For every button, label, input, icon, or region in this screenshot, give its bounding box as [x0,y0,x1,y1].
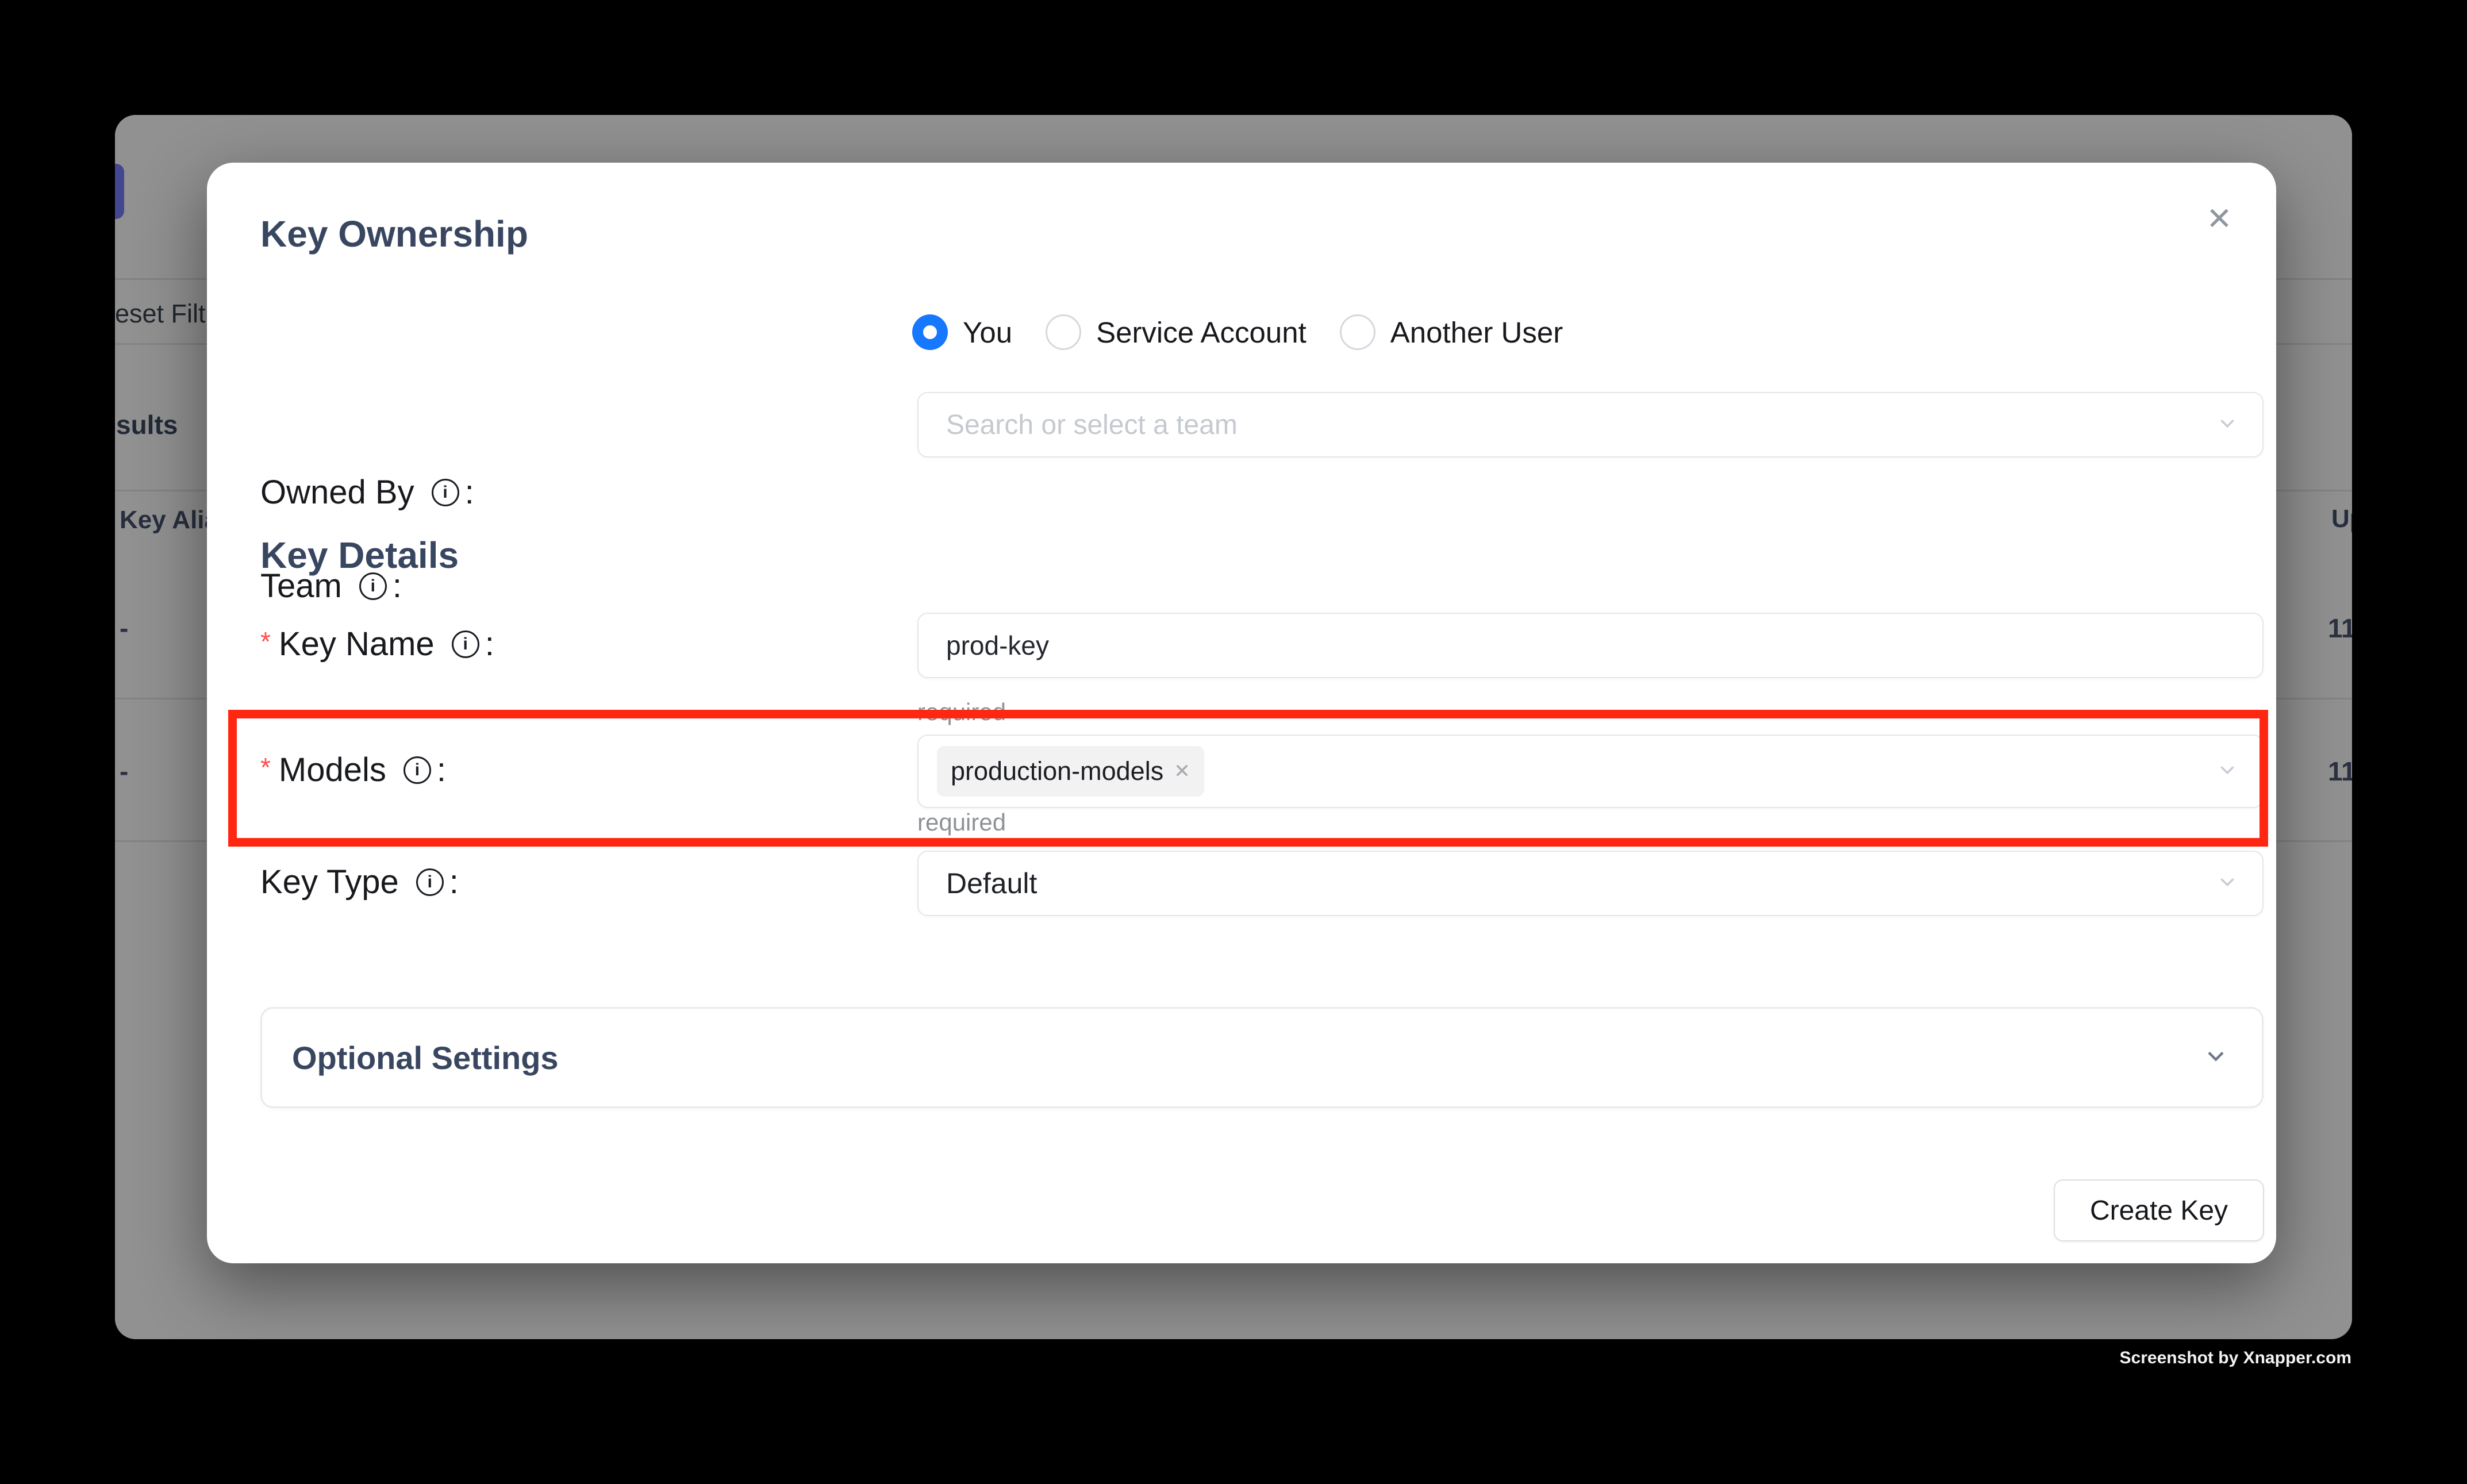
team-select-placeholder: Search or select a team [946,409,1238,441]
key-name-label: * Key Name i : [260,625,494,663]
screenshot-canvas: eset Filt sults Key Alia Up - 11/ - 11/ … [0,0,2467,1484]
key-type-label-text: Key Type [260,863,399,901]
annotation-highlight-rect [228,710,2268,847]
radio-unselected-icon[interactable] [1046,314,1081,350]
radio-option-service-account[interactable]: Service Account [1046,314,1306,350]
label-colon: : [485,625,494,663]
chevron-down-icon [2215,412,2239,439]
radio-option-you[interactable]: You [912,314,1012,350]
label-colon: : [449,863,459,901]
required-star: * [260,626,271,657]
info-icon[interactable]: i [452,630,479,658]
key-type-select-value: Default [946,867,1037,900]
key-type-label: Key Type i : [260,863,459,901]
close-icon[interactable]: ✕ [2199,198,2239,239]
radio-option-another-user[interactable]: Another User [1340,314,1563,350]
chevron-down-icon [2215,870,2239,897]
radio-selected-icon[interactable] [912,314,948,350]
radio-unselected-icon[interactable] [1340,314,1375,350]
label-colon: : [465,473,474,512]
info-icon[interactable]: i [432,479,459,506]
create-key-button[interactable]: Create Key [2054,1179,2264,1241]
owned-by-label: Owned By i : [260,473,474,512]
owned-by-label-text: Owned By [260,473,414,512]
optional-settings-panel[interactable]: Optional Settings [260,1007,2264,1108]
radio-label: Service Account [1096,316,1306,349]
chevron-down-icon[interactable] [2202,1043,2230,1073]
key-name-input[interactable] [917,613,2264,678]
section-title-key-details: Key Details [260,533,459,577]
radio-label: You [963,316,1012,349]
section-title-key-ownership: Key Ownership [260,212,528,256]
key-name-label-text: Key Name [279,625,435,663]
owned-by-radio-group: You Service Account Another User [912,314,1563,350]
watermark-text: Screenshot by Xnapper.com [2120,1348,2351,1368]
info-icon[interactable]: i [416,868,444,896]
radio-label: Another User [1390,316,1563,349]
optional-settings-title: Optional Settings [292,1039,559,1077]
team-select[interactable]: Search or select a team [917,392,2264,457]
key-type-select[interactable]: Default [917,851,2264,916]
